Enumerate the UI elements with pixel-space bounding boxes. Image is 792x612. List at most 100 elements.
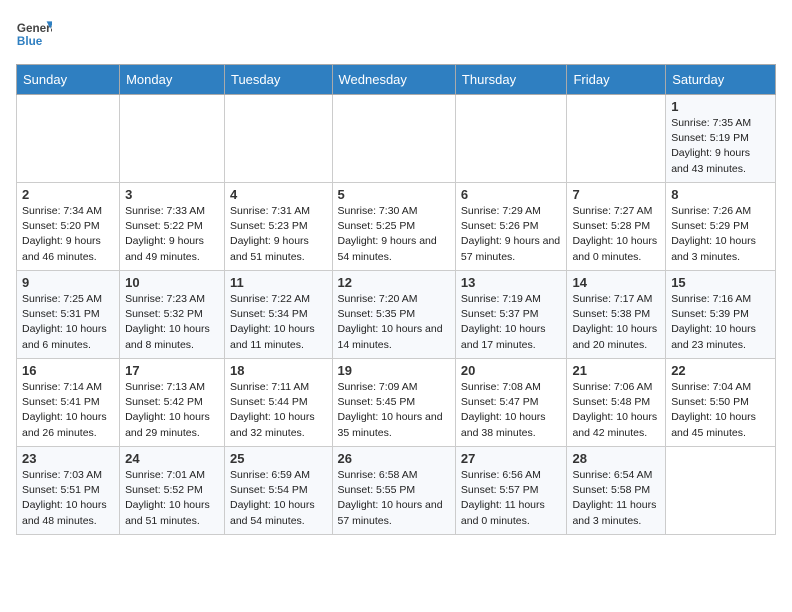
day-number: 26 — [338, 451, 450, 466]
day-info: Sunrise: 7:11 AM Sunset: 5:44 PM Dayligh… — [230, 380, 327, 441]
day-number: 15 — [671, 275, 770, 290]
day-info: Sunrise: 6:54 AM Sunset: 5:58 PM Dayligh… — [572, 468, 660, 529]
calendar-cell: 25 Sunrise: 6:59 AM Sunset: 5:54 PM Dayli… — [224, 447, 332, 535]
calendar-cell: 27 Sunrise: 6:56 AM Sunset: 5:57 PM Dayli… — [455, 447, 567, 535]
calendar-cell: 16 Sunrise: 7:14 AM Sunset: 5:41 PM Dayli… — [17, 359, 120, 447]
calendar-cell: 21Sunrise: 7:06 AM Sunset: 5:48 PM Dayli… — [567, 359, 666, 447]
day-info: Sunrise: 7:22 AM Sunset: 5:34 PM Dayligh… — [230, 292, 327, 353]
day-info: Sunrise: 7:17 AM Sunset: 5:38 PM Dayligh… — [572, 292, 660, 353]
calendar-cell: 24Sunrise: 7:01 AM Sunset: 5:52 PM Dayli… — [120, 447, 225, 535]
day-info: Sunrise: 7:31 AM Sunset: 5:23 PM Dayligh… — [230, 204, 327, 265]
weekday-header-monday: Monday — [120, 65, 225, 95]
calendar-cell: 4 Sunrise: 7:31 AM Sunset: 5:23 PM Daylig… — [224, 183, 332, 271]
day-info: Sunrise: 7:04 AM Sunset: 5:50 PM Dayligh… — [671, 380, 770, 441]
weekday-header-tuesday: Tuesday — [224, 65, 332, 95]
calendar-cell: 17 Sunrise: 7:13 AM Sunset: 5:42 PM Dayli… — [120, 359, 225, 447]
day-info: Sunrise: 6:59 AM Sunset: 5:54 PM Dayligh… — [230, 468, 327, 529]
calendar-cell: 15 Sunrise: 7:16 AM Sunset: 5:39 PM Dayli… — [666, 271, 776, 359]
day-number: 8 — [671, 187, 770, 202]
day-number: 16 — [22, 363, 114, 378]
day-number: 10 — [125, 275, 219, 290]
day-info: Sunrise: 7:03 AM Sunset: 5:51 PM Dayligh… — [22, 468, 114, 529]
calendar-cell — [567, 95, 666, 183]
day-info: Sunrise: 7:20 AM Sunset: 5:35 PM Dayligh… — [338, 292, 450, 353]
weekday-header-wednesday: Wednesday — [332, 65, 455, 95]
calendar-cell — [455, 95, 567, 183]
day-number: 20 — [461, 363, 562, 378]
calendar-cell: 19 Sunrise: 7:09 AM Sunset: 5:45 PM Dayli… — [332, 359, 455, 447]
svg-text:Blue: Blue — [17, 35, 43, 48]
day-info: Sunrise: 7:08 AM Sunset: 5:47 PM Dayligh… — [461, 380, 562, 441]
calendar-cell: 18 Sunrise: 7:11 AM Sunset: 5:44 PM Dayli… — [224, 359, 332, 447]
calendar-cell — [224, 95, 332, 183]
calendar-cell: 7Sunrise: 7:27 AM Sunset: 5:28 PM Daylig… — [567, 183, 666, 271]
logo-wrap: General Blue — [16, 16, 52, 52]
logo: General Blue — [16, 16, 52, 52]
day-number: 24 — [125, 451, 219, 466]
day-number: 12 — [338, 275, 450, 290]
calendar-cell: 13 Sunrise: 7:19 AM Sunset: 5:37 PM Dayli… — [455, 271, 567, 359]
day-number: 23 — [22, 451, 114, 466]
logo-svg: General Blue — [16, 16, 52, 52]
day-info: Sunrise: 7:19 AM Sunset: 5:37 PM Dayligh… — [461, 292, 562, 353]
calendar-cell: 12 Sunrise: 7:20 AM Sunset: 5:35 PM Dayli… — [332, 271, 455, 359]
calendar-cell: 23 Sunrise: 7:03 AM Sunset: 5:51 PM Dayli… — [17, 447, 120, 535]
weekday-header-sunday: Sunday — [17, 65, 120, 95]
day-number: 27 — [461, 451, 562, 466]
weekday-header-saturday: Saturday — [666, 65, 776, 95]
weekday-header-friday: Friday — [567, 65, 666, 95]
calendar-cell — [120, 95, 225, 183]
calendar-cell — [17, 95, 120, 183]
day-number: 3 — [125, 187, 219, 202]
day-info: Sunrise: 7:27 AM Sunset: 5:28 PM Dayligh… — [572, 204, 660, 265]
day-info: Sunrise: 6:58 AM Sunset: 5:55 PM Dayligh… — [338, 468, 450, 529]
calendar-cell: 22 Sunrise: 7:04 AM Sunset: 5:50 PM Dayli… — [666, 359, 776, 447]
day-number: 2 — [22, 187, 114, 202]
calendar-cell: 6Sunrise: 7:29 AM Sunset: 5:26 PM Daylig… — [455, 183, 567, 271]
day-info: Sunrise: 6:56 AM Sunset: 5:57 PM Dayligh… — [461, 468, 562, 529]
day-info: Sunrise: 7:25 AM Sunset: 5:31 PM Dayligh… — [22, 292, 114, 353]
svg-text:General: General — [17, 22, 52, 35]
day-number: 13 — [461, 275, 562, 290]
day-info: Sunrise: 7:34 AM Sunset: 5:20 PM Dayligh… — [22, 204, 114, 265]
day-number: 28 — [572, 451, 660, 466]
day-info: Sunrise: 7:30 AM Sunset: 5:25 PM Dayligh… — [338, 204, 450, 265]
day-number: 1 — [671, 99, 770, 114]
day-info: Sunrise: 7:14 AM Sunset: 5:41 PM Dayligh… — [22, 380, 114, 441]
calendar-cell: 14 Sunrise: 7:17 AM Sunset: 5:38 PM Dayli… — [567, 271, 666, 359]
day-number: 18 — [230, 363, 327, 378]
calendar-cell: 26 Sunrise: 6:58 AM Sunset: 5:55 PM Dayli… — [332, 447, 455, 535]
day-number: 9 — [22, 275, 114, 290]
calendar-cell: 3 Sunrise: 7:33 AM Sunset: 5:22 PM Daylig… — [120, 183, 225, 271]
day-info: Sunrise: 7:26 AM Sunset: 5:29 PM Dayligh… — [671, 204, 770, 265]
calendar-cell: 20 Sunrise: 7:08 AM Sunset: 5:47 PM Dayli… — [455, 359, 567, 447]
day-info: Sunrise: 7:35 AM Sunset: 5:19 PM Dayligh… — [671, 116, 770, 177]
day-number: 5 — [338, 187, 450, 202]
day-info: Sunrise: 7:33 AM Sunset: 5:22 PM Dayligh… — [125, 204, 219, 265]
calendar-cell — [666, 447, 776, 535]
day-info: Sunrise: 7:09 AM Sunset: 5:45 PM Dayligh… — [338, 380, 450, 441]
calendar-cell: 2 Sunrise: 7:34 AM Sunset: 5:20 PM Daylig… — [17, 183, 120, 271]
day-info: Sunrise: 7:16 AM Sunset: 5:39 PM Dayligh… — [671, 292, 770, 353]
day-info: Sunrise: 7:06 AM Sunset: 5:48 PM Dayligh… — [572, 380, 660, 441]
page-header: General Blue — [16, 16, 776, 52]
calendar-table: SundayMondayTuesdayWednesdayThursdayFrid… — [16, 64, 776, 535]
day-info: Sunrise: 7:29 AM Sunset: 5:26 PM Dayligh… — [461, 204, 562, 265]
calendar-cell: 1 Sunrise: 7:35 AM Sunset: 5:19 PM Daylig… — [666, 95, 776, 183]
day-number: 25 — [230, 451, 327, 466]
calendar-cell: 11 Sunrise: 7:22 AM Sunset: 5:34 PM Dayli… — [224, 271, 332, 359]
day-info: Sunrise: 7:13 AM Sunset: 5:42 PM Dayligh… — [125, 380, 219, 441]
day-info: Sunrise: 7:23 AM Sunset: 5:32 PM Dayligh… — [125, 292, 219, 353]
calendar-cell — [332, 95, 455, 183]
calendar-cell: 28 Sunrise: 6:54 AM Sunset: 5:58 PM Dayli… — [567, 447, 666, 535]
calendar-cell: 5 Sunrise: 7:30 AM Sunset: 5:25 PM Daylig… — [332, 183, 455, 271]
day-number: 14 — [572, 275, 660, 290]
calendar-cell: 10 Sunrise: 7:23 AM Sunset: 5:32 PM Dayli… — [120, 271, 225, 359]
calendar-cell: 8 Sunrise: 7:26 AM Sunset: 5:29 PM Daylig… — [666, 183, 776, 271]
day-number: 22 — [671, 363, 770, 378]
day-number: 4 — [230, 187, 327, 202]
day-number: 19 — [338, 363, 450, 378]
day-number: 11 — [230, 275, 327, 290]
day-number: 17 — [125, 363, 219, 378]
weekday-header-thursday: Thursday — [455, 65, 567, 95]
